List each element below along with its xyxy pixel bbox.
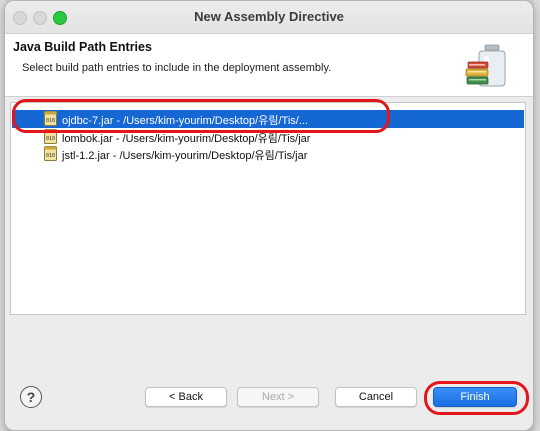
wizard-header: Java Build Path Entries Select build pat… bbox=[5, 34, 533, 97]
svg-text:010: 010 bbox=[46, 153, 55, 159]
build-path-entries-list[interactable]: 010 ojdbc-7.jar - /Users/kim-yourim/Desk… bbox=[10, 102, 526, 315]
finish-button[interactable]: Finish bbox=[433, 387, 517, 407]
page-title: Java Build Path Entries bbox=[13, 40, 152, 54]
list-item[interactable]: 010 lombok.jar - /Users/kim-yourim/Deskt… bbox=[12, 128, 524, 146]
list-item-label: jstl-1.2.jar - /Users/kim-yourim/Desktop… bbox=[62, 150, 308, 162]
window-title: New Assembly Directive bbox=[194, 9, 344, 24]
list-item-label: lombok.jar - /Users/kim-yourim/Desktop/유… bbox=[62, 133, 311, 145]
cancel-button[interactable]: Cancel bbox=[335, 387, 417, 407]
help-button[interactable]: ? bbox=[20, 386, 42, 408]
title-bar: New Assembly Directive bbox=[5, 1, 533, 34]
background-window-edge-right bbox=[534, 0, 540, 431]
next-button[interactable]: Next > bbox=[237, 387, 319, 407]
jar-file-icon: 010 bbox=[44, 111, 57, 126]
svg-text:010: 010 bbox=[46, 136, 55, 142]
jar-stack-wizard-icon bbox=[465, 44, 506, 87]
svg-text:010: 010 bbox=[46, 118, 55, 124]
list-item-label: ojdbc-7.jar - /Users/kim-yourim/Desktop/… bbox=[62, 115, 308, 127]
jar-file-icon: 010 bbox=[44, 129, 57, 144]
list-item[interactable]: 010 jstl-1.2.jar - /Users/kim-yourim/Des… bbox=[12, 145, 524, 163]
page-description: Select build path entries to include in … bbox=[22, 62, 332, 74]
new-assembly-directive-dialog: New Assembly Directive Java Build Path E… bbox=[4, 0, 534, 431]
jar-file-icon: 010 bbox=[44, 146, 57, 161]
list-item[interactable]: 010 ojdbc-7.jar - /Users/kim-yourim/Desk… bbox=[12, 110, 524, 128]
back-button[interactable]: < Back bbox=[145, 387, 227, 407]
